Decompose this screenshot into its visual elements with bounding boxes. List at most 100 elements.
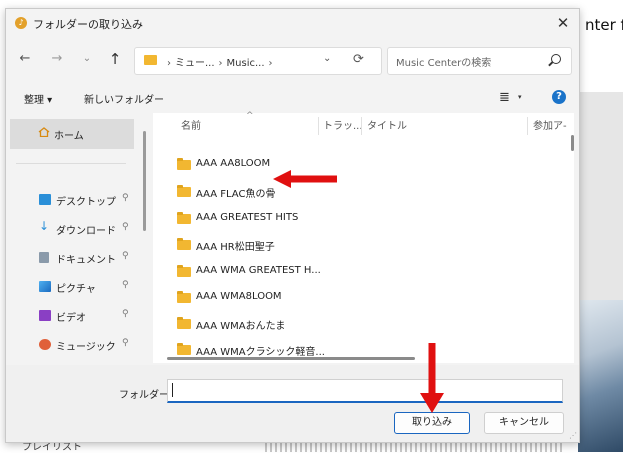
resize-grip-icon[interactable]: ⋰: [569, 431, 577, 440]
view-options-icon[interactable]: ≣: [499, 90, 510, 105]
vertical-scrollbar[interactable]: [571, 135, 574, 151]
video-icon: [39, 310, 51, 321]
close-button[interactable]: ✕: [551, 11, 575, 35]
address-bar[interactable]: › ミュー... › Music... › ⌄ ⟳: [134, 47, 382, 75]
background-app-title: nter f: [585, 16, 623, 34]
sidebar-item-documents[interactable]: ドキュメント ⚲: [6, 245, 141, 271]
folder-icon: [177, 238, 191, 250]
sidebar-item-videos[interactable]: ビデオ ⚲: [6, 303, 141, 329]
folder-icon: [177, 212, 191, 224]
sidebar-scrollbar[interactable]: [143, 131, 146, 231]
sidebar-item-label: デスクトップ: [56, 197, 116, 208]
cancel-button[interactable]: キャンセル: [484, 412, 564, 434]
file-name: AAA HR松田聖子: [196, 242, 275, 253]
dialog-footer: フォルダー: 取り込み キャンセル ⋰: [6, 365, 579, 442]
folder-icon: [177, 291, 191, 303]
new-folder-button[interactable]: 新しいフォルダー: [84, 91, 164, 106]
back-button[interactable]: ←: [16, 50, 34, 68]
sidebar-item-label: ダウンロード: [56, 226, 116, 237]
column-divider[interactable]: [527, 117, 528, 135]
chevron-right-icon: ›: [268, 58, 273, 69]
document-icon: [39, 252, 49, 263]
command-bar: 整理 ▾ 新しいフォルダー ≣ ▾ ?: [6, 85, 579, 111]
import-button[interactable]: 取り込み: [394, 412, 470, 434]
search-box[interactable]: Music Centerの検索: [387, 47, 572, 75]
pin-icon[interactable]: ⚲: [122, 280, 129, 290]
refresh-button[interactable]: ⟳: [353, 52, 364, 67]
list-item[interactable]: AAA FLAC魚の骨: [153, 178, 553, 204]
sidebar-item-home[interactable]: ホーム: [10, 119, 134, 149]
recent-locations-button[interactable]: ⌄: [78, 50, 96, 68]
list-item[interactable]: AAA WMA GREATEST H...: [153, 258, 553, 284]
download-icon: ↓: [39, 219, 50, 233]
organize-button[interactable]: 整理 ▾: [24, 91, 52, 106]
navigation-bar: ← → ⌄ ↑ › ミュー... › Music... › ⌄ ⟳ Music Cent…: [6, 43, 579, 77]
folder-icon: [177, 158, 191, 170]
file-list: ^ 名前 トラッ... タイトル 参加ア- AAA AA8LOOM AAA FL…: [153, 111, 574, 363]
search-icon[interactable]: [551, 54, 561, 64]
view-dropdown-button[interactable]: ▾: [518, 93, 522, 101]
sort-ascending-icon: ^: [246, 111, 254, 121]
horizontal-scrollbar[interactable]: [167, 357, 415, 360]
list-item[interactable]: AAA WMA8LOOM: [153, 284, 553, 310]
pin-icon[interactable]: ⚲: [122, 251, 129, 261]
pictures-icon: [39, 281, 51, 292]
column-divider[interactable]: [361, 117, 362, 135]
list-item[interactable]: AAA AA8LOOM: [153, 151, 553, 177]
folder-icon: [177, 343, 191, 355]
file-name: AAA AA8LOOM: [196, 158, 271, 169]
up-button[interactable]: ↑: [106, 50, 124, 68]
search-input[interactable]: Music Centerの検索: [396, 54, 491, 69]
sidebar-item-desktop[interactable]: デスクトップ ⚲: [6, 187, 141, 213]
pin-icon[interactable]: ⚲: [122, 309, 129, 319]
chevron-right-icon: ›: [167, 58, 171, 69]
file-name: AAA WMAクラシック軽音...: [196, 347, 325, 358]
pin-icon[interactable]: ⚲: [122, 338, 129, 348]
dialog-title: フォルダーの取り込み: [33, 18, 143, 31]
pin-icon[interactable]: ⚲: [122, 193, 129, 203]
column-header-name[interactable]: 名前: [181, 117, 201, 132]
sidebar-item-label: ピクチャ: [56, 284, 96, 295]
breadcrumb-item-music-root[interactable]: ミュー...: [175, 58, 215, 69]
file-name: AAA WMAおんたま: [196, 321, 286, 332]
pin-icon[interactable]: ⚲: [122, 222, 129, 232]
text-caret: [172, 383, 173, 397]
sidebar-item-label: ドキュメント: [56, 255, 116, 266]
sidebar-item-label: ビデオ: [56, 313, 86, 324]
background-album-art: [578, 300, 623, 452]
folder-field-label: フォルダー:: [119, 390, 173, 401]
music-note-icon: ♪: [15, 17, 27, 29]
navigation-pane: ホーム デスクトップ ⚲ ↓ ダウンロード ⚲ ドキュメント ⚲ ピクチャ ⚲ …: [6, 113, 151, 363]
dialog-titlebar: ♪ フォルダーの取り込み ✕: [6, 9, 579, 39]
list-item[interactable]: AAA GREATEST HITS: [153, 205, 553, 231]
list-item[interactable]: AAA WMAおんたま: [153, 310, 553, 336]
background-progress: [265, 442, 565, 452]
sidebar-item-music[interactable]: ミュージック ⚲: [6, 332, 141, 358]
folder-name-input[interactable]: [167, 379, 563, 403]
sidebar-item-label: ホーム: [54, 131, 84, 142]
music-icon: [39, 339, 51, 350]
sidebar-divider: [16, 163, 126, 164]
list-item[interactable]: AAA HR松田聖子: [153, 231, 553, 257]
help-icon[interactable]: ?: [552, 90, 566, 104]
column-divider[interactable]: [318, 117, 319, 135]
column-header-artist[interactable]: 参加ア-: [533, 117, 567, 132]
folder-icon: [144, 55, 157, 65]
folder-icon: [177, 317, 191, 329]
file-name: AAA WMA GREATEST H...: [196, 265, 321, 276]
column-header-title[interactable]: タイトル: [367, 117, 407, 132]
address-dropdown-button[interactable]: ⌄: [323, 53, 331, 64]
desktop-icon: [39, 194, 51, 205]
folder-import-dialog: ♪ フォルダーの取り込み ✕ ← → ⌄ ↑ › ミュー... › Music... ›…: [5, 8, 580, 443]
home-icon: [38, 127, 50, 137]
breadcrumb-item-music-center[interactable]: Music...: [227, 58, 265, 69]
sidebar-item-pictures[interactable]: ピクチャ ⚲: [6, 274, 141, 300]
file-name: AAA WMA8LOOM: [196, 291, 282, 302]
breadcrumb: › ミュー... › Music... ›: [163, 54, 277, 69]
column-header-track[interactable]: トラッ...: [323, 117, 363, 132]
forward-button[interactable]: →: [48, 50, 66, 68]
folder-icon: [177, 185, 191, 197]
file-name: AAA FLAC魚の骨: [196, 189, 276, 200]
annotation-arrow-down-icon: [420, 343, 444, 413]
sidebar-item-downloads[interactable]: ↓ ダウンロード ⚲: [6, 216, 141, 242]
